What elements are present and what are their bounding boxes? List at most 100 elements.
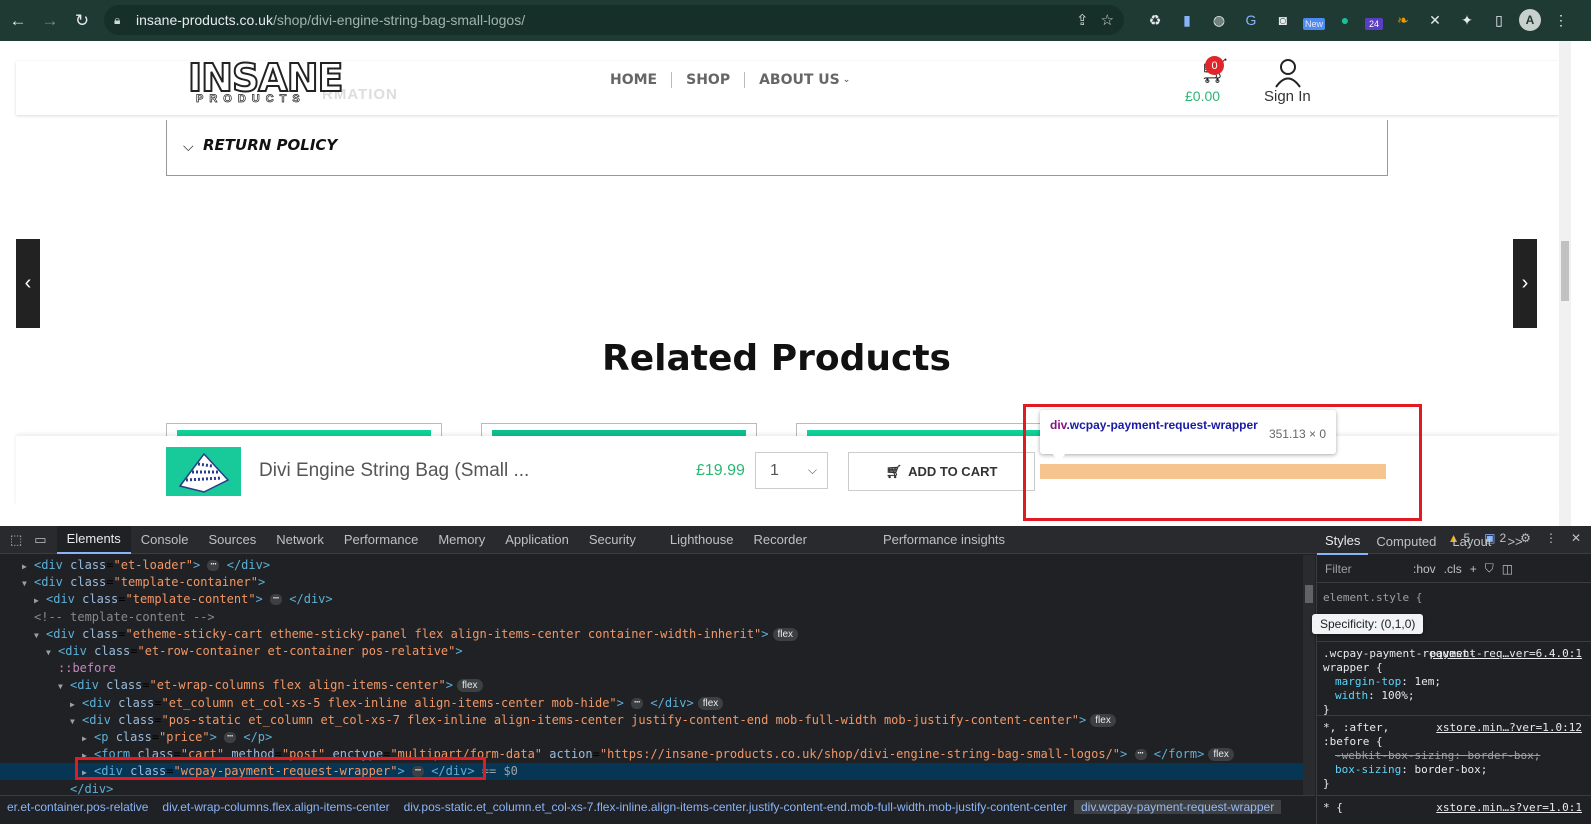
element-state-icon[interactable]: ⛉: [1485, 561, 1494, 576]
tab-memory[interactable]: Memory: [428, 526, 495, 554]
styles-filter-input[interactable]: Filter: [1325, 562, 1405, 576]
device-toggle-icon[interactable]: ▭: [34, 532, 46, 548]
share-icon[interactable]: ⇪: [1076, 11, 1089, 29]
nav-home[interactable]: HOME: [610, 72, 657, 88]
nav-about-us[interactable]: ABOUT US: [759, 72, 840, 88]
tab-elements[interactable]: Elements: [56, 525, 131, 554]
tab-lighthouse[interactable]: Lighthouse: [660, 526, 744, 554]
cls-toggle[interactable]: .cls: [1444, 562, 1462, 576]
forward-icon[interactable]: →: [34, 5, 66, 37]
tab-security[interactable]: Security: [579, 526, 646, 554]
tab-application[interactable]: Application: [495, 526, 579, 554]
bookmark-star-icon[interactable]: ☆: [1101, 11, 1114, 29]
collapse-triangle-icon[interactable]: ▼: [34, 627, 46, 644]
extensions-bar: ♻ ▮ ◍ G ◙ New ● 24 ❧ ✕ ✦ ▯ A ⋮: [1143, 9, 1573, 31]
docs-extension-icon[interactable]: ▮: [1175, 9, 1199, 31]
rule-source-link[interactable]: xstore.min…s?ver=1.0:1: [1436, 801, 1582, 815]
expand-triangle-icon[interactable]: ▶: [22, 558, 34, 575]
related-products-heading: Related Products: [602, 338, 951, 379]
dom-node[interactable]: ▼ <div class="et-row-container et-contain…: [0, 643, 1303, 660]
recycle-extension-icon[interactable]: ♻: [1143, 9, 1167, 31]
back-icon[interactable]: ←: [2, 5, 34, 37]
sidebar-icon[interactable]: ▯: [1487, 9, 1511, 31]
sign-in-link[interactable]: Sign In: [1264, 88, 1311, 105]
quantity-select[interactable]: 1 ⌵: [755, 452, 828, 489]
site-logo[interactable]: INSANE: [187, 58, 344, 98]
tab-console[interactable]: Console: [131, 526, 199, 554]
cart-total[interactable]: £0.00: [1185, 88, 1220, 104]
tab-computed[interactable]: Computed: [1368, 527, 1444, 555]
collapse-triangle-icon[interactable]: ▼: [22, 575, 34, 592]
styles-pane: Styles Computed Layout >> Filter :hov .c…: [1312, 533, 1591, 824]
breadcrumb-item[interactable]: div.et-wrap-columns.flex.align-items-cen…: [155, 800, 396, 814]
dom-scrollbar[interactable]: [1303, 555, 1315, 795]
scrollbar-thumb[interactable]: [1305, 585, 1313, 603]
new-rule-icon[interactable]: +: [1470, 562, 1477, 576]
dom-node[interactable]: <!-- template-content -->: [0, 609, 1303, 626]
tab-recorder[interactable]: Recorder: [743, 526, 816, 554]
add-to-cart-button[interactable]: 🛒︎ ADD TO CART: [848, 452, 1035, 491]
sticky-product-name: Divi Engine String Bag (Small ...: [259, 460, 530, 481]
element-style-rule: element.style {: [1323, 591, 1423, 604]
dom-node[interactable]: ▼ <div class="pos-static et_column et_col…: [0, 712, 1303, 729]
tab-styles[interactable]: Styles: [1317, 527, 1369, 555]
expand-triangle-icon[interactable]: ▶: [82, 730, 94, 747]
profile-avatar[interactable]: A: [1519, 9, 1541, 31]
style-declaration[interactable]: box-sizing: border-box;: [1323, 763, 1588, 777]
translate-extension-icon[interactable]: G: [1239, 9, 1263, 31]
dom-node[interactable]: ▼ <div class="template-container">: [0, 574, 1303, 591]
breadcrumb-item[interactable]: er.et-container.pos-relative: [0, 800, 155, 814]
puzzle-extensions-icon[interactable]: ✦: [1455, 9, 1479, 31]
dom-node[interactable]: ▶ <p class="price"> ⋯ </p>: [0, 729, 1303, 746]
tab-sources[interactable]: Sources: [199, 526, 267, 554]
rule-selector[interactable]: *, :after, :before {: [1323, 721, 1413, 749]
x-extension-icon[interactable]: ✕: [1423, 9, 1447, 31]
tab-network[interactable]: Network: [266, 526, 334, 554]
annotation-box-dom: [75, 757, 486, 780]
collapse-triangle-icon[interactable]: ▼: [70, 713, 82, 730]
dom-node[interactable]: ▶ <div class="et-loader"> ⋯ </div>: [0, 557, 1303, 574]
inspect-element-icon[interactable]: ⬚: [10, 532, 22, 548]
camera-extension-icon[interactable]: ◙: [1271, 9, 1295, 31]
expand-triangle-icon[interactable]: ▶: [34, 592, 46, 609]
collapse-triangle-icon[interactable]: ▼: [46, 644, 58, 661]
rule-source-link[interactable]: payment-req…ver=6.4.0:1: [1430, 647, 1582, 661]
counter-extension-icon[interactable]: 24: [1365, 18, 1383, 30]
return-policy-accordion[interactable]: ⌵ RETURN POLICY: [166, 120, 1388, 176]
leaf-extension-icon[interactable]: ❧: [1391, 9, 1415, 31]
dom-node[interactable]: ::before: [0, 660, 1303, 677]
slider-next-button[interactable]: ›: [1513, 239, 1537, 328]
dom-node[interactable]: ▶ <div class="et_column et_col-xs-5 flex-…: [0, 695, 1303, 712]
chevron-down-icon: ⌵: [807, 463, 817, 477]
globe-extension-icon[interactable]: ◍: [1207, 9, 1231, 31]
hov-toggle[interactable]: :hov: [1413, 562, 1436, 576]
style-declaration-overridden[interactable]: -webkit-box-sizing: border-box;: [1323, 749, 1588, 763]
dom-node[interactable]: ▼ <div class="et-wrap-columns flex align-…: [0, 677, 1303, 694]
scrollbar-thumb[interactable]: [1561, 241, 1569, 301]
browser-menu-icon[interactable]: ⋮: [1549, 9, 1573, 31]
nav-shop[interactable]: SHOP: [686, 72, 730, 88]
page-viewport: RMATION INSANE PRODUCTS HOME SHOP ABOUT …: [0, 41, 1591, 526]
slider-prev-button[interactable]: ‹: [16, 239, 40, 328]
user-icon[interactable]: [1273, 58, 1303, 88]
new-extension-icon[interactable]: New: [1303, 18, 1325, 30]
dom-node[interactable]: ▼ <div class="etheme-sticky-cart etheme-s…: [0, 626, 1303, 643]
more-tabs-icon[interactable]: >>: [1499, 527, 1530, 555]
tab-performance-insights[interactable]: Performance insights: [873, 526, 1015, 554]
tab-performance[interactable]: Performance: [334, 526, 428, 554]
rule-source-link[interactable]: xstore.min…?ver=1.0:12: [1436, 721, 1582, 735]
expand-triangle-icon[interactable]: ▶: [70, 696, 82, 713]
breadcrumb-item-current[interactable]: div.wcpay-payment-request-wrapper: [1074, 799, 1282, 814]
dom-node[interactable]: </div>: [0, 781, 1303, 795]
style-declaration[interactable]: width: 100%;: [1323, 689, 1588, 703]
reload-icon[interactable]: ↻: [66, 5, 98, 37]
grammarly-extension-icon[interactable]: ●: [1333, 9, 1357, 31]
address-bar[interactable]: 🔒︎ insane-products.co.uk/shop/divi-engin…: [104, 5, 1124, 35]
dom-node[interactable]: ▶ <div class="template-content"> ⋯ </div>: [0, 591, 1303, 608]
tab-layout[interactable]: Layout: [1444, 527, 1499, 555]
breadcrumb-item[interactable]: div.pos-static.et_column.et_col-xs-7.fle…: [397, 800, 1074, 814]
page-scrollbar[interactable]: [1559, 41, 1571, 526]
computed-sidebar-icon[interactable]: ◫: [1502, 562, 1513, 576]
style-declaration[interactable]: margin-top: 1em;: [1323, 675, 1588, 689]
collapse-triangle-icon[interactable]: ▼: [58, 678, 70, 695]
